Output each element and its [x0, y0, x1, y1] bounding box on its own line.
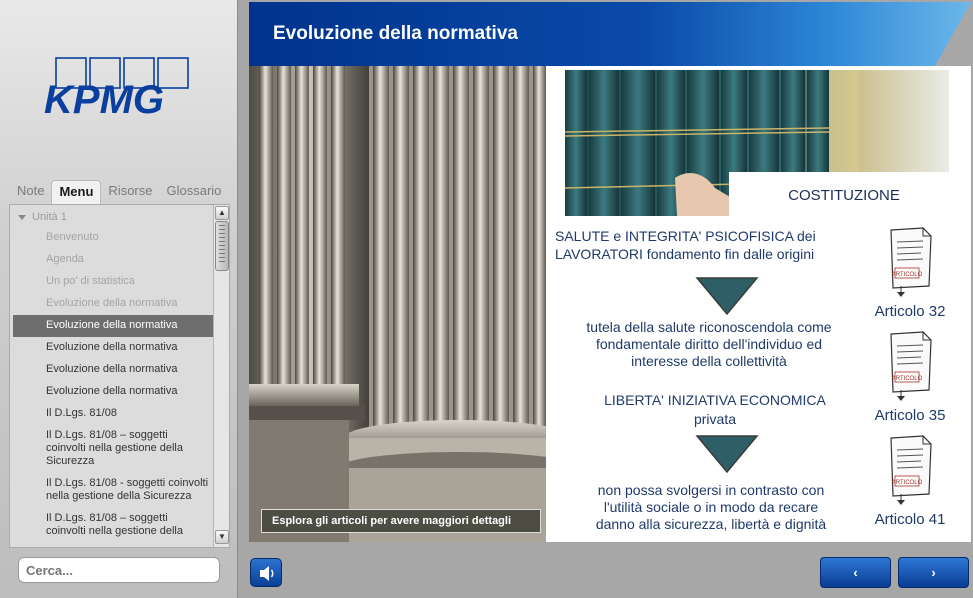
block3-line2: privata — [693, 411, 737, 427]
block4-line1: non possa svolgersi in contrasto con — [597, 482, 825, 498]
block3-line1: LIBERTA' INIZIATIVA ECONOMICA — [604, 392, 826, 408]
arrow-up-icon: ▲ — [218, 208, 226, 217]
article-41-link[interactable]: Articolo 41 — [865, 511, 955, 528]
arrow-down-triangle-icon — [695, 277, 759, 316]
scroll-thumb[interactable] — [215, 221, 229, 271]
menu-item-active[interactable]: Evoluzione della normativa — [13, 315, 213, 337]
block1-line1: SALUTE e INTEGRITA' PSICOFISICA dei — [555, 228, 816, 244]
unit-header[interactable]: Unità 1 — [10, 205, 213, 227]
document-icon[interactable]: ARTICOLO — [885, 434, 935, 506]
search-input[interactable] — [18, 557, 220, 583]
chevron-right-icon: › — [931, 565, 936, 580]
sidebar-tabs: Note Menu Risorse Glossario — [10, 180, 228, 204]
tab-risorse[interactable]: Risorse — [101, 180, 159, 204]
chevron-left-icon: ‹ — [853, 565, 858, 580]
menu-scrollbar[interactable]: ▲ ▼ — [213, 205, 229, 547]
sidebar: KPMG Note Menu Risorse Glossario Unità 1… — [0, 0, 238, 598]
menu-item[interactable]: Evoluzione della normativa — [10, 337, 213, 359]
columns-photo — [249, 66, 546, 542]
menu-list: Unità 1 Benvenuto Agenda Un po' di stati… — [10, 205, 213, 543]
header-decoration — [935, 2, 971, 66]
collapse-triangle-icon — [18, 214, 26, 220]
prev-button[interactable]: ‹ — [820, 557, 891, 588]
arrow-down-icon: ▼ — [218, 532, 226, 541]
menu-item[interactable]: Il D.Lgs. 81/08 - soggetti coinvolti nel… — [10, 473, 213, 508]
tab-note[interactable]: Note — [10, 180, 51, 204]
menu-item[interactable]: Evoluzione della normativa — [10, 359, 213, 381]
unit-label: Unità 1 — [32, 211, 67, 223]
document-stamp: ARTICOLO — [892, 376, 923, 382]
block1-line2: LAVORATORI fondamento fin dalle origini — [555, 246, 815, 262]
caption-label: Esplora gli articoli per avere maggiori … — [261, 509, 541, 533]
menu-item[interactable]: Un po' di statistica — [10, 271, 213, 293]
menu-item[interactable]: Il D.Lgs. 81/08 – soggetti coinvolti nel… — [10, 425, 213, 473]
document-stamp: ARTICOLO — [892, 272, 923, 278]
document-stamp: ARTICOLO — [892, 480, 923, 486]
document-icon[interactable]: ARTICOLO — [885, 330, 935, 402]
slide-content: Esplora gli articoli per avere maggiori … — [249, 66, 971, 542]
kpmg-logo-text: KPMG — [44, 78, 164, 122]
menu-item[interactable]: Benvenuto — [10, 227, 213, 249]
arrow-down-triangle-icon — [695, 435, 759, 474]
costituzione-heading: COSTITUZIONE — [788, 187, 900, 204]
audio-button[interactable] — [250, 558, 282, 587]
scroll-up-button[interactable]: ▲ — [215, 206, 229, 220]
page-header: Evoluzione della normativa — [249, 2, 971, 66]
block4-line2: l'utilità sociale o in modo da recare — [603, 499, 819, 515]
tab-glossario[interactable]: Glossario — [160, 180, 229, 204]
menu-item[interactable]: Agenda — [10, 249, 213, 271]
block2-line1: tutela della salute riconoscendola come — [586, 319, 832, 335]
next-button[interactable]: › — [898, 557, 969, 588]
menu-item[interactable]: Il D.Lgs. 81/08 – soggetti coinvolti nel… — [10, 508, 213, 543]
menu-item[interactable]: Il D.Lgs. 81/08 — [10, 403, 213, 425]
menu-item[interactable]: Evoluzione della normativa — [10, 381, 213, 403]
block2-line2: fondamentale diritto dell'individuo ed — [595, 336, 823, 352]
article-35-link[interactable]: Articolo 35 — [865, 407, 955, 424]
article-32-link[interactable]: Articolo 32 — [865, 303, 955, 320]
block4-line3: danno alla sicurezza, libertà e dignità — [595, 516, 827, 532]
kpmg-logo: KPMG — [44, 57, 189, 122]
menu-panel: Unità 1 Benvenuto Agenda Un po' di stati… — [9, 204, 230, 548]
menu-item[interactable]: Evoluzione della normativa — [10, 293, 213, 315]
scroll-down-button[interactable]: ▼ — [215, 530, 229, 544]
speaker-icon — [260, 566, 274, 581]
document-icon[interactable]: ARTICOLO — [885, 226, 935, 298]
block2-line3: interesse della collettività — [631, 353, 787, 369]
page-title: Evoluzione della normativa — [273, 23, 518, 44]
tab-menu[interactable]: Menu — [51, 180, 102, 204]
